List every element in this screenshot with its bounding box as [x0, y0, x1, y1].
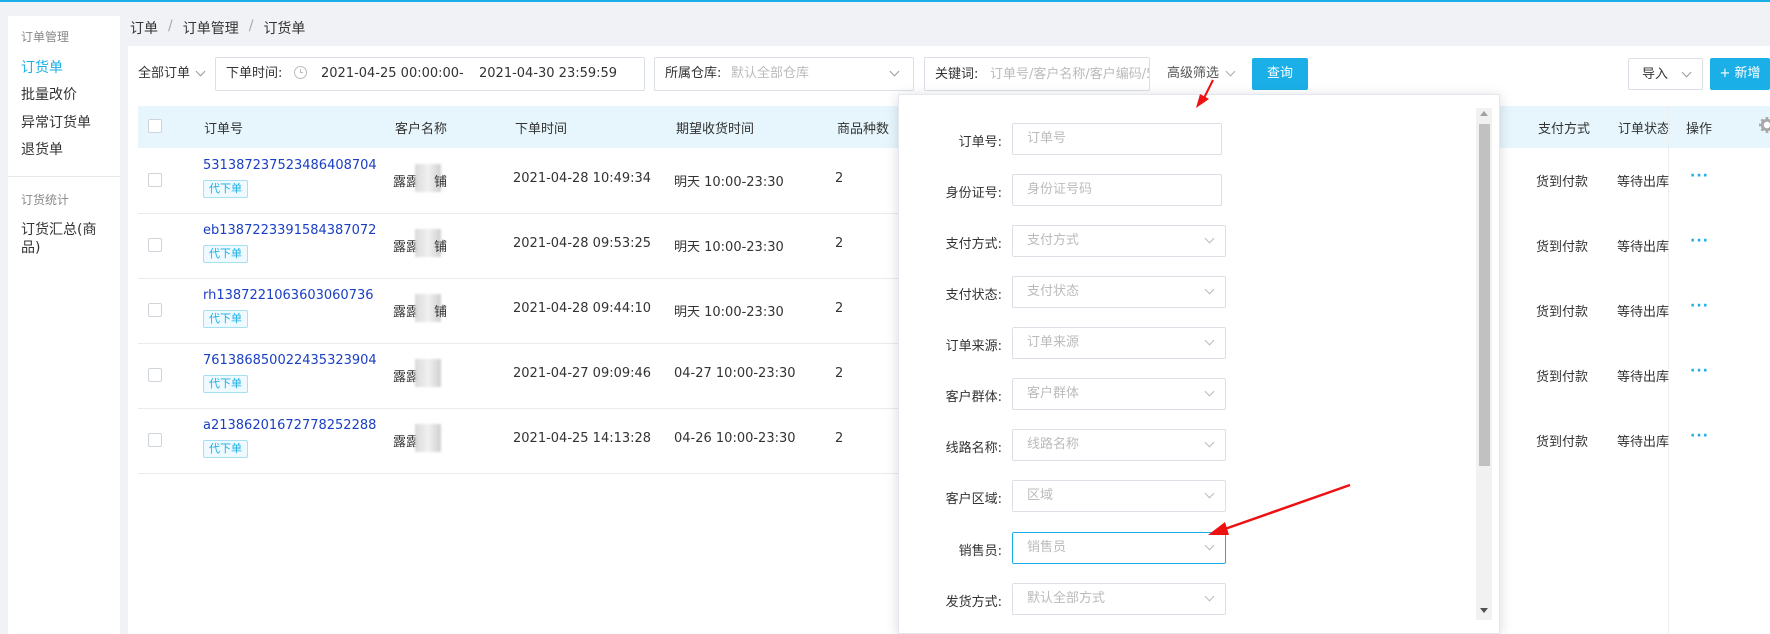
annotation-arrow-salesperson: [1208, 483, 1351, 535]
annotation-arrows: [1196, 79, 1351, 535]
annotation-arrow-advanced: [1196, 79, 1214, 108]
